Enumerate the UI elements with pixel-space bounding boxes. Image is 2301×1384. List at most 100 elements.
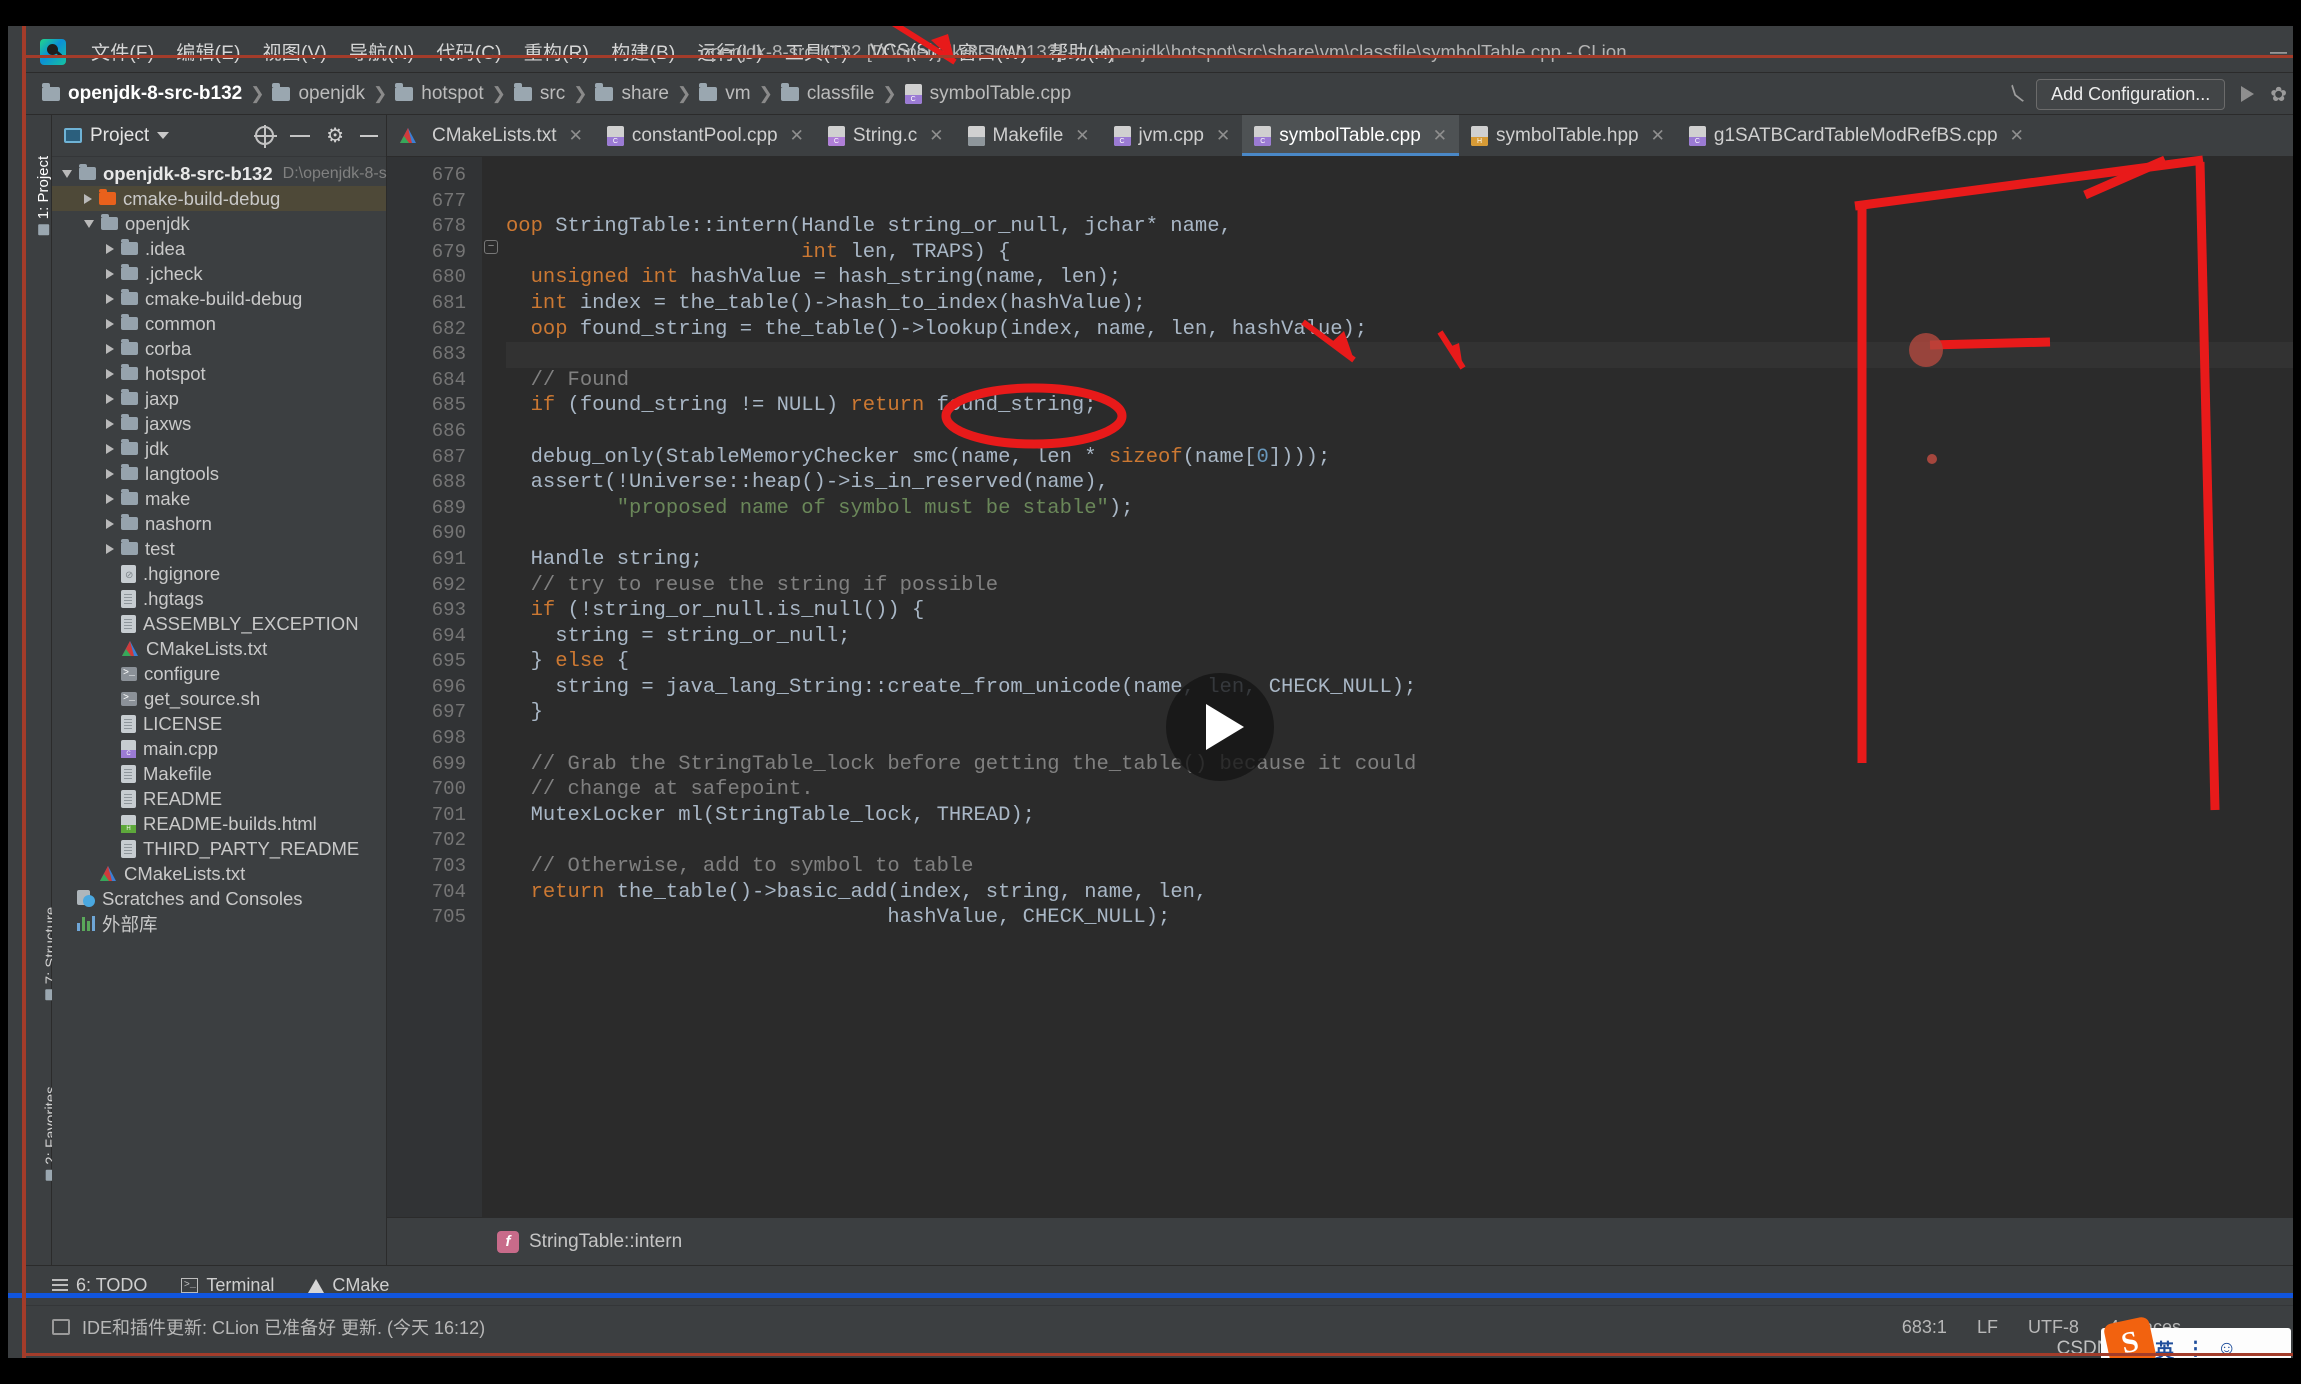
close-icon[interactable]: ✕ [1075, 126, 1089, 146]
video-play-button[interactable] [1166, 673, 1274, 781]
tree-item[interactable]: >_ configure [52, 661, 386, 686]
code-line[interactable]: // Found [506, 368, 2301, 394]
tree-item[interactable]: hotspot [52, 361, 386, 386]
ime-smiley-icon[interactable]: ☺ [2217, 1338, 2236, 1360]
close-icon[interactable]: ✕ [2010, 126, 2024, 146]
menu-item-tools[interactable]: 工具(T) [774, 34, 859, 69]
chevron-right-icon[interactable] [106, 368, 114, 379]
code-line[interactable]: int index = the_table()->hash_to_index(h… [506, 291, 2301, 317]
tree-item[interactable]: langtools [52, 461, 386, 486]
tree-item[interactable]: make [52, 486, 386, 511]
code-line[interactable]: string = string_or_null; [506, 624, 2301, 650]
code-line[interactable] [506, 521, 2301, 547]
menu-item-window[interactable]: 窗口(W) [947, 34, 1039, 69]
line-number[interactable]: 683 [387, 342, 482, 368]
line-number[interactable]: 684 [387, 368, 482, 394]
tree-item[interactable]: cmake-build-debug [52, 186, 386, 211]
code-line[interactable]: "proposed name of symbol must be stable"… [506, 496, 2301, 522]
line-number-gutter[interactable]: 676 677 678 679−680 681 682 683 684 685 686 687 688… [387, 157, 498, 1217]
menu-item-edit[interactable]: 编辑(E) [165, 34, 251, 69]
tree-item[interactable]: corba [52, 336, 386, 361]
code-line[interactable]: hashValue, CHECK_NULL); [506, 905, 2301, 931]
code-line[interactable]: if (found_string != NULL) return found_s… [506, 393, 2301, 419]
tree-item[interactable]: CMakeLists.txt [52, 636, 386, 661]
code-line[interactable]: oop StringTable::intern(Handle string_or… [506, 214, 2301, 240]
collapse-all-icon[interactable] [290, 127, 311, 145]
tree-item[interactable]: .idea [52, 236, 386, 261]
chevron-right-icon[interactable] [106, 468, 114, 479]
tree-item[interactable]: 外部库 [52, 911, 386, 936]
close-icon[interactable]: ✕ [1433, 126, 1447, 146]
code-line[interactable]: // Otherwise, add to symbol to table [506, 854, 2301, 880]
close-icon[interactable]: ✕ [1216, 126, 1230, 146]
breadcrumb-item-vm[interactable]: vm [699, 82, 751, 105]
line-number[interactable]: 676 [387, 163, 482, 189]
caret-position[interactable]: 683:1 [1902, 1317, 1947, 1338]
code-line[interactable]: // change at safepoint. [506, 777, 2301, 803]
line-number[interactable]: 686 [387, 419, 482, 445]
code-line[interactable] [506, 828, 2301, 854]
editor-tab[interactable]: symbolTable.cpp ✕ [1242, 115, 1460, 156]
tree-item[interactable]: README-builds.html [52, 811, 386, 836]
line-number[interactable]: 702 [387, 828, 482, 854]
code-line[interactable]: oop found_string = the_table()->lookup(i… [506, 317, 2301, 343]
chevron-down-icon[interactable] [157, 132, 170, 139]
run-icon[interactable] [2241, 86, 2255, 102]
line-number[interactable]: 680 [387, 265, 482, 291]
code-line[interactable] [506, 189, 2301, 215]
breadcrumb-item-file[interactable]: symbolTable.cpp [904, 83, 1071, 105]
tree-item[interactable]: test [52, 536, 386, 561]
tree-item[interactable]: .jcheck [52, 261, 386, 286]
code-line[interactable]: if (!string_or_null.is_null()) { [506, 598, 2301, 624]
editor-tab[interactable]: CMakeLists.txt ✕ [387, 115, 595, 156]
chevron-right-icon[interactable] [84, 193, 92, 204]
chevron-right-icon[interactable] [106, 443, 114, 454]
code-line[interactable]: MutexLocker ml(StringTable_lock, THREAD)… [506, 803, 2301, 829]
status-message[interactable]: IDE和插件更新: CLion 已准备好 更新. (今天 16:12) [82, 1314, 485, 1340]
tree-item[interactable]: cmake-build-debug [52, 286, 386, 311]
close-icon[interactable]: ✕ [929, 126, 943, 146]
tree-item[interactable]: >_ get_source.sh [52, 686, 386, 711]
sidebar-tab-project[interactable]: 1: Project [35, 156, 52, 236]
line-number[interactable]: 703 [387, 854, 482, 880]
tree-item[interactable]: THIRD_PARTY_README [52, 836, 386, 861]
line-number[interactable]: 696 [387, 675, 482, 701]
line-number[interactable]: 691 [387, 547, 482, 573]
line-number[interactable]: 701 [387, 803, 482, 829]
line-number[interactable]: 695 [387, 649, 482, 675]
code-content[interactable]: oop StringTable::intern(Handle string_or… [482, 157, 2301, 1217]
close-icon[interactable]: ✕ [790, 126, 804, 146]
line-number[interactable]: 678 [387, 214, 482, 240]
editor-tab[interactable]: String.c ✕ [816, 115, 956, 156]
menu-item-file[interactable]: 文件(F) [80, 34, 165, 69]
line-number[interactable]: 679− [387, 239, 498, 266]
line-number[interactable]: 682 [387, 317, 482, 343]
line-number[interactable]: 681 [387, 291, 482, 317]
tree-item[interactable]: Scratches and Consoles [52, 886, 386, 911]
code-line[interactable]: Handle string; [506, 547, 2301, 573]
menu-item-build[interactable]: 构建(B) [600, 34, 686, 69]
chevron-right-icon[interactable] [106, 418, 114, 429]
breadcrumb-item-hotspot[interactable]: hotspot [395, 82, 484, 105]
line-number[interactable]: 688 [387, 470, 482, 496]
chevron-right-icon[interactable] [106, 318, 114, 329]
minimize-button[interactable]: — [2270, 42, 2287, 62]
line-number[interactable]: 692 [387, 573, 482, 599]
tree-item[interactable]: main.cpp [52, 736, 386, 761]
menu-item-vcs[interactable]: VCS(S) [859, 37, 947, 67]
tree-item[interactable]: jaxws [52, 411, 386, 436]
menu-item-view[interactable]: 视图(V) [252, 34, 338, 69]
select-opened-file-icon[interactable] [254, 125, 278, 148]
tree-item[interactable]: openjdk-8-src-b132 D:\openjdk-8-src-b132 [52, 161, 441, 186]
code-line[interactable]: // try to reuse the string if possible [506, 573, 2301, 599]
chevron-right-icon[interactable] [106, 393, 114, 404]
breadcrumb-item-src[interactable]: src [513, 82, 565, 105]
line-number[interactable]: 694 [387, 624, 482, 650]
editor-tab[interactable]: jvm.cpp ✕ [1102, 115, 1243, 156]
code-line[interactable]: } [506, 700, 2301, 726]
chevron-down-icon[interactable] [62, 169, 72, 178]
line-number[interactable]: 699 [387, 752, 482, 778]
line-separator[interactable]: LF [1977, 1317, 1998, 1338]
line-number[interactable]: 687 [387, 445, 482, 471]
add-configuration-button[interactable]: Add Configuration... [2036, 78, 2226, 110]
